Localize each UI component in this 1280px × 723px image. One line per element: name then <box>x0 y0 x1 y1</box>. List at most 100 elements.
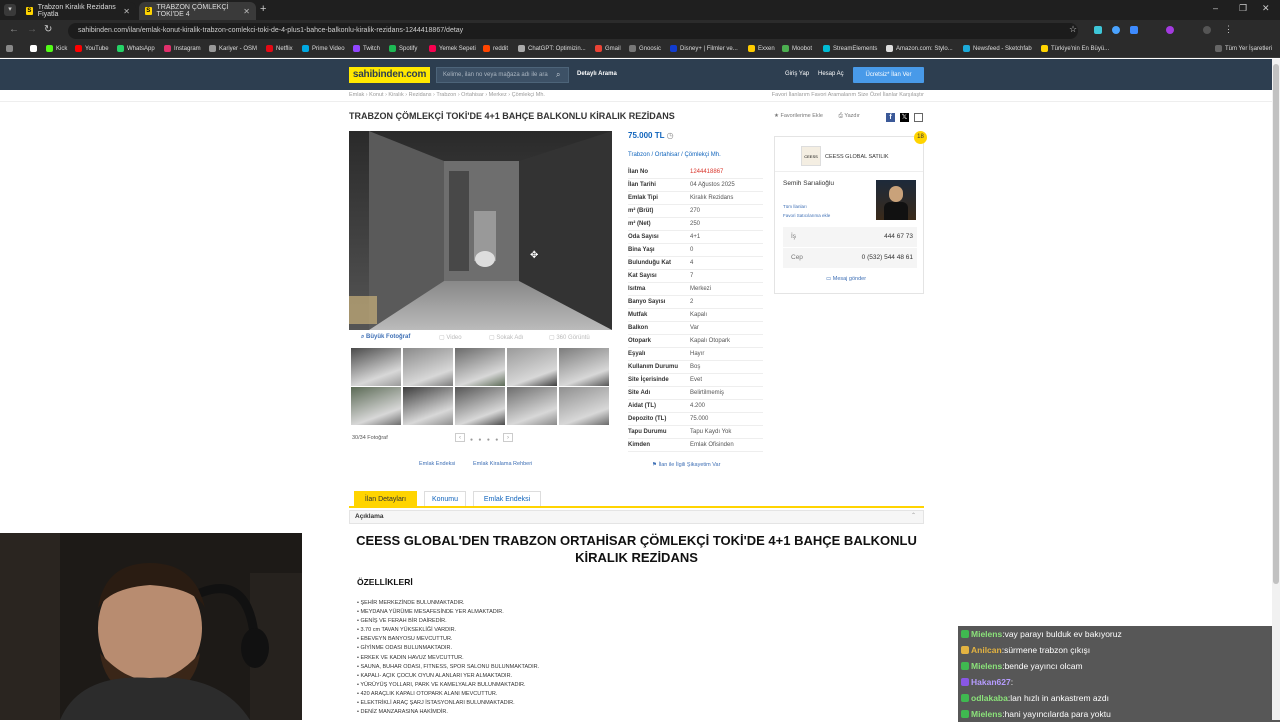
bookmark-item[interactable]: reddit <box>483 45 508 52</box>
store-name[interactable]: CEESS GLOBAL SATILIK <box>825 154 889 160</box>
emlak-index-link[interactable]: Emlak Endeksi <box>419 461 455 467</box>
bookmark-item[interactable]: Türkiye'nin En Büyü... <box>1041 45 1109 52</box>
bookmark-item[interactable]: Kariyer - OSM <box>209 45 257 52</box>
bookmark-item[interactable]: Yemek Sepeti <box>429 45 476 52</box>
phone-row-mobile[interactable]: Cep 0 (532) 544 48 61 <box>783 248 917 268</box>
menu-icon[interactable]: ⋮ <box>1224 24 1233 35</box>
photo-thumbnail[interactable] <box>559 348 609 386</box>
close-icon[interactable]: ✕ <box>123 7 130 16</box>
complaint-link[interactable]: ⚑ İlan ile İlgili Şikayetim Var <box>652 462 720 468</box>
facebook-icon[interactable]: f <box>886 113 895 122</box>
bookmark-item[interactable]: Gnoosic <box>629 45 661 52</box>
street-button[interactable]: ▢ Sokak Adı <box>489 334 523 341</box>
site-logo[interactable]: sahibinden.com <box>349 67 430 83</box>
post-ad-button[interactable]: Ücretsiz* İlan Ver <box>853 67 924 83</box>
bookmark-item[interactable]: Instagram <box>164 45 201 52</box>
print-icon[interactable]: ⎙ <box>838 113 842 119</box>
photo-thumbnail[interactable] <box>507 387 557 425</box>
photo-thumbnail[interactable] <box>351 348 401 386</box>
message-button[interactable]: ▭ Mesaj gönder <box>826 276 866 282</box>
bookmark-item[interactable]: Netflix <box>266 45 293 52</box>
search-icon[interactable]: ⌕ <box>556 70 560 80</box>
location-link[interactable]: Trabzon / Ortahisar / Çömlekçi Mh. <box>628 152 721 158</box>
url-field[interactable]: sahibinden.com/ilan/emlak-konut-kiralik-… <box>68 23 1078 39</box>
collapse-icon[interactable]: ⌃ <box>911 512 916 519</box>
photo-thumbnail[interactable] <box>507 348 557 386</box>
reload-icon[interactable]: ↻ <box>44 24 52 35</box>
minimize-icon[interactable]: – <box>1213 3 1218 13</box>
bookmark-item[interactable]: Twitch <box>353 45 380 52</box>
video-button[interactable]: ▢ Video <box>439 334 462 341</box>
new-tab-icon[interactable]: + <box>260 3 266 15</box>
scrollbar-thumb[interactable] <box>1273 64 1279 584</box>
bookmark-item[interactable]: ChatGPT: Optimizin... <box>518 45 586 52</box>
photo-thumbnail[interactable] <box>351 387 401 425</box>
bookmark-item[interactable]: Exxen <box>748 45 775 52</box>
bookmark-item[interactable]: Moobot <box>782 45 812 52</box>
photo-thumbnail[interactable] <box>403 348 453 386</box>
rental-guide-link[interactable]: Emlak Kiralama Rehberi <box>473 461 532 467</box>
favorite-link[interactable]: Favorilerime Ekle <box>780 113 822 119</box>
view360-button[interactable]: ▢ 360 Görüntü <box>549 334 590 341</box>
tab-1[interactable]: S Trabzon Kiralık Rezidans Fiyatla ✕ <box>20 2 136 20</box>
bookmark-item[interactable]: WhatsApp <box>117 45 155 52</box>
store-logo[interactable]: CEESS <box>801 146 821 166</box>
prev-photo-icon[interactable]: ‹ <box>455 433 465 442</box>
bookmark-star-icon[interactable]: ☆ <box>1069 24 1077 35</box>
maximize-icon[interactable]: ❐ <box>1239 3 1247 14</box>
tab-location[interactable]: Konumu <box>424 491 466 507</box>
bookmark-item[interactable]: Newsfeed - Sketchfab <box>963 45 1032 52</box>
email-share-icon[interactable] <box>914 113 923 122</box>
photo-thumbnail[interactable] <box>455 387 505 425</box>
extension-icon[interactable] <box>1130 26 1138 34</box>
extension-icon[interactable] <box>1166 26 1174 34</box>
bookmark-item[interactable]: Spotify <box>389 45 417 52</box>
register-link[interactable]: Hesap Aç <box>818 71 844 77</box>
next-photo-icon[interactable]: › <box>503 433 513 442</box>
forward-icon[interactable]: → <box>27 24 37 35</box>
extension-icon[interactable] <box>1112 26 1120 34</box>
bookmark-item[interactable]: Gmail <box>595 45 621 52</box>
photo-pagination[interactable]: ● ● ● ● <box>470 437 500 443</box>
detailed-search-link[interactable]: Detaylı Arama <box>577 71 617 77</box>
window-close-icon[interactable]: ✕ <box>1262 3 1270 14</box>
photo-thumbnail[interactable] <box>403 387 453 425</box>
fav-seller-link[interactable]: Favori Satıcılarıma ekle <box>783 213 830 218</box>
bookmark-item[interactable]: Kick <box>46 45 67 52</box>
main-photo[interactable] <box>349 131 612 330</box>
breadcrumb[interactable]: Emlak › Konut › Kiralık › Rezidans › Tra… <box>349 92 545 98</box>
bookmark-item[interactable]: YouTube <box>75 45 109 52</box>
big-photo-button[interactable]: ⌕ Büyük Fotoğraf <box>361 334 410 341</box>
login-link[interactable]: Giriş Yap <box>785 71 809 77</box>
bookmark-item[interactable]: Amazon.com: Stylo... <box>886 45 953 52</box>
feature-item: • 420 ARAÇLIK KAPALI OTOPARK ALANI MEVCU… <box>357 690 498 697</box>
bookmark-item[interactable] <box>30 45 40 52</box>
tab-index[interactable]: Emlak Endeksi <box>473 491 541 507</box>
back-icon[interactable]: ← <box>9 24 19 35</box>
search-input[interactable]: Kelime, ilan no veya mağaza adı ile ara <box>436 67 569 83</box>
photo-thumbnail[interactable] <box>455 348 505 386</box>
all-ads-link[interactable]: Tüm İlanları <box>783 204 807 209</box>
tab-listing-details[interactable]: İlan Detayları <box>354 491 417 507</box>
chat-text: lan hızlı in ankastrem azdı <box>1010 693 1109 704</box>
bookmark-item[interactable]: Prime Video <box>302 45 345 52</box>
bookmark-item[interactable]: StreamElements <box>823 45 877 52</box>
detail-value: Kiralık Rezidans <box>690 195 734 201</box>
apps-icon[interactable] <box>6 45 16 52</box>
x-share-icon[interactable]: 𝕏 <box>900 113 909 122</box>
tab-2[interactable]: S TRABZON ÇÖMLEKÇİ TOKİ'DE 4 ✕ <box>139 2 256 20</box>
profile-avatar[interactable] <box>1203 26 1211 34</box>
detail-value: 250 <box>690 221 701 227</box>
close-icon[interactable]: ✕ <box>243 7 250 16</box>
all-bookmarks[interactable]: Tüm Yer İşaretleri <box>1215 45 1272 52</box>
bookmark-item[interactable]: Disney+ | Filmler ve... <box>670 45 738 52</box>
tab-search-icon[interactable]: ▾ <box>4 4 16 16</box>
photo-thumbnail[interactable] <box>559 387 609 425</box>
print-link[interactable]: Yazdır <box>844 113 860 119</box>
star-icon[interactable]: ★ <box>774 113 779 119</box>
user-links[interactable]: Favori İlanlarım Favori Aramalarım Size … <box>740 92 924 98</box>
phone-row-work[interactable]: İş 444 67 73 <box>783 227 917 247</box>
extension-icon[interactable] <box>1094 26 1102 34</box>
badge-icon[interactable]: 18 <box>914 131 927 144</box>
photo-toolbar: ⌕ Büyük Fotoğraf ▢ Video ▢ Sokak Adı ▢ 3… <box>349 330 612 346</box>
